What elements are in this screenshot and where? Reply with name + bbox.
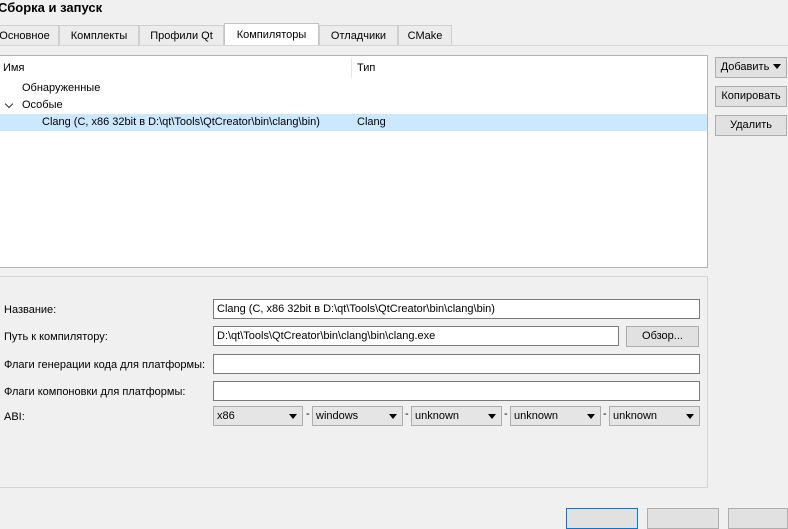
name-field[interactable]: Clang (C, x86 32bit в D:\qt\Tools\QtCrea…	[213, 299, 700, 319]
tab-underline	[0, 45, 788, 46]
abi-separator: -	[306, 408, 310, 420]
browse-button[interactable]: Обзор...	[626, 326, 699, 347]
abi-label: ABI:	[4, 411, 25, 423]
chevron-down-icon	[773, 64, 782, 69]
column-header-name[interactable]: Имя	[3, 62, 24, 74]
link-flags-field[interactable]	[213, 381, 700, 401]
chevron-down-icon	[488, 414, 496, 419]
apply-button[interactable]	[728, 508, 788, 529]
name-label: Название:	[4, 304, 57, 316]
abi-word-width-select[interactable]: unknown	[609, 406, 700, 426]
abi-binary-format-value: unknown	[514, 410, 559, 422]
tree-group-label: Обнаруженные	[22, 82, 101, 94]
codegen-flags-field[interactable]	[213, 354, 700, 374]
tab-general[interactable]: Основное	[0, 25, 59, 45]
chevron-down-icon	[587, 414, 595, 419]
abi-separator: -	[405, 408, 409, 420]
tree-item-name: Clang (C, x86 32bit в D:\qt\Tools\QtCrea…	[42, 116, 320, 128]
abi-separator: -	[603, 408, 607, 420]
chevron-down-icon	[686, 414, 694, 419]
codegen-flags-label: Флаги генерации кода для платформы:	[4, 359, 206, 371]
abi-word-width-value: unknown	[613, 410, 658, 422]
add-button[interactable]: Добавить	[715, 57, 787, 78]
abi-os-select[interactable]: windows	[312, 406, 403, 426]
abi-architecture-select[interactable]: x86	[213, 406, 303, 426]
link-flags-label: Флаги компоновки для платформы:	[4, 386, 186, 398]
chevron-down-icon[interactable]	[4, 99, 14, 109]
add-button-label: Добавить	[720, 61, 770, 73]
abi-flavor-select[interactable]: unknown	[411, 406, 502, 426]
copy-button[interactable]: Копировать	[715, 86, 787, 107]
window-title: Сборка и запуск	[0, 0, 103, 15]
copy-button-label: Копировать	[721, 90, 781, 102]
chevron-down-icon	[289, 414, 297, 419]
remove-button-label: Удалить	[730, 119, 772, 131]
browse-button-label: Обзор...	[642, 330, 683, 342]
tree-group-manual[interactable]: Особые	[0, 97, 707, 114]
chevron-down-icon	[389, 414, 397, 419]
ok-button[interactable]	[566, 508, 638, 529]
tree-group-detected[interactable]: Обнаруженные	[0, 80, 707, 97]
tree-item-type: Clang	[357, 116, 386, 128]
abi-architecture-value: x86	[217, 410, 235, 422]
tab-qt-versions[interactable]: Профили Qt	[139, 25, 224, 45]
column-header-type[interactable]: Тип	[357, 62, 375, 74]
column-separator	[351, 58, 352, 78]
compiler-path-field[interactable]: D:\qt\Tools\QtCreator\bin\clang\bin\clan…	[213, 326, 619, 346]
remove-button[interactable]: Удалить	[715, 115, 787, 136]
cancel-button[interactable]	[647, 508, 719, 529]
abi-separator: -	[504, 408, 508, 420]
abi-flavor-value: unknown	[415, 410, 460, 422]
tab-compilers[interactable]: Компиляторы	[224, 23, 319, 46]
tab-debuggers[interactable]: Отладчики	[319, 25, 398, 45]
tab-bar: Основное Комплекты Профили Qt Компилятор…	[0, 23, 788, 46]
tree-group-label: Особые	[22, 99, 63, 111]
abi-binary-format-select[interactable]: unknown	[510, 406, 601, 426]
tree-item-clang[interactable]: Clang (C, x86 32bit в D:\qt\Tools\QtCrea…	[0, 114, 707, 131]
tab-kits[interactable]: Комплекты	[59, 25, 139, 45]
abi-os-value: windows	[316, 410, 359, 422]
compiler-tree[interactable]: Имя Тип Обнаруженные Особые Clang (C, x8…	[0, 55, 708, 268]
tab-cmake[interactable]: CMake	[398, 25, 452, 45]
compiler-path-label: Путь к компилятору:	[4, 331, 108, 343]
